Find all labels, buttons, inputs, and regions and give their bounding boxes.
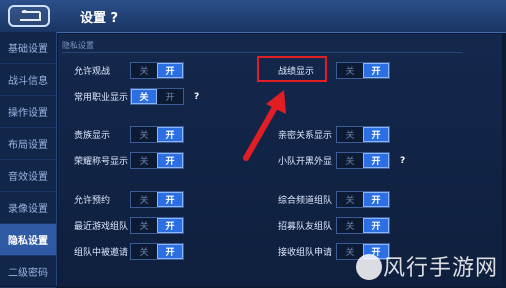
toggle-off-option[interactable]: 关 — [131, 153, 157, 168]
watermark-text: 风行手游网 — [382, 256, 498, 281]
sidebar-item-replay[interactable]: 录像设置 — [0, 192, 56, 224]
toggle-off-option[interactable]: 关 — [337, 192, 363, 207]
sidebar-item-sound[interactable]: 音效设置 — [0, 160, 56, 192]
recent-game-toggle[interactable]: 关 开 — [130, 217, 184, 234]
sidebar-item-layout[interactable]: 布局设置 — [0, 128, 56, 160]
setting-label: 允许观战 — [74, 67, 111, 77]
setting-label: 综合频道组队 — [278, 196, 333, 206]
back-arrow-icon — [20, 10, 41, 21]
common-role-toggle[interactable]: 关 开 — [130, 88, 184, 105]
toggle-on-option[interactable]: 开 — [157, 89, 183, 104]
team-invited-toggle[interactable]: 关 开 — [130, 243, 184, 260]
toggle-off-option[interactable]: 关 — [131, 63, 157, 78]
team-open-black-toggle[interactable]: 关 开 — [336, 152, 390, 169]
sidebar-item-basic[interactable]: 基础设置 — [0, 32, 56, 64]
setting-row-allow-spectate: 允许观战 关 开 — [74, 62, 184, 79]
allow-spectate-toggle[interactable]: 关 开 — [130, 62, 184, 79]
toggle-off-option[interactable]: 关 — [337, 63, 363, 78]
sidebar-item-secondary-password[interactable]: 二级密码 — [0, 256, 56, 288]
toggle-on-option[interactable]: 开 — [363, 218, 389, 233]
general-channel-toggle[interactable]: 关 开 — [336, 191, 390, 208]
help-icon[interactable]: ? — [400, 156, 405, 166]
sidebar-item-privacy[interactable]: 隐私设置 — [0, 224, 56, 256]
toggle-on-option[interactable]: 开 — [157, 153, 183, 168]
sidebar-item-controls[interactable]: 操作设置 — [0, 96, 56, 128]
toggle-on-option[interactable]: 开 — [157, 244, 183, 259]
setting-label: 允许预约 — [74, 196, 111, 206]
toggle-off-option[interactable]: 关 — [337, 127, 363, 142]
toggle-off-option[interactable]: 关 — [337, 218, 363, 233]
toggle-off-option[interactable]: 关 — [131, 192, 157, 207]
setting-label: 贵族显示 — [74, 131, 111, 141]
toggle-on-option[interactable]: 开 — [157, 192, 183, 207]
toggle-on-option[interactable]: 开 — [157, 127, 183, 142]
toggle-on-option[interactable]: 开 — [363, 63, 389, 78]
setting-label: 荣耀称号显示 — [74, 157, 129, 167]
page-title: 设置 ? — [80, 11, 119, 26]
toggle-off-option[interactable]: 关 — [131, 244, 157, 259]
toggle-on-option[interactable]: 开 — [157, 63, 183, 78]
toggle-off-option[interactable]: 关 — [131, 89, 157, 104]
setting-label: 接收组队申请 — [278, 248, 333, 258]
setting-row-noble: 贵族显示 关 开 — [74, 126, 184, 143]
setting-label: 组队中被邀请 — [74, 248, 129, 258]
noble-toggle[interactable]: 关 开 — [130, 126, 184, 143]
setting-row-general-channel: 综合频道组队 关 开 — [278, 191, 390, 208]
setting-label: 最近游戏组队 — [74, 222, 129, 232]
toggle-on-option[interactable]: 开 — [363, 127, 389, 142]
setting-row-honor-title: 荣耀称号显示 关 开 — [74, 152, 184, 169]
setting-row-common-role: 常用职业显示 关 开 ? — [74, 88, 199, 105]
highlight-box — [257, 56, 327, 82]
sidebar-item-battle-info[interactable]: 战斗信息 — [0, 64, 56, 96]
setting-row-recent-game: 最近游戏组队 关 开 — [74, 217, 184, 234]
setting-row-allow-reservation: 允许预约 关 开 — [74, 191, 184, 208]
toggle-off-option[interactable]: 关 — [131, 127, 157, 142]
recruit-friend-toggle[interactable]: 关 开 — [336, 217, 390, 234]
toggle-on-option[interactable]: 开 — [157, 218, 183, 233]
help-icon[interactable]: ? — [194, 92, 199, 102]
battle-record-toggle[interactable]: 关 开 — [336, 62, 390, 79]
setting-row-recruit-friend: 招募队友组队 关 开 — [278, 217, 390, 234]
toggle-off-option[interactable]: 关 — [337, 153, 363, 168]
back-button[interactable] — [8, 5, 50, 27]
toggle-off-option[interactable]: 关 — [131, 218, 157, 233]
toggle-on-option[interactable]: 开 — [363, 192, 389, 207]
section-header: 隐私设置 — [62, 40, 462, 53]
setting-row-team-invited: 组队中被邀请 关 开 — [74, 243, 184, 260]
sidebar: 基础设置 战斗信息 操作设置 布局设置 音效设置 录像设置 隐私设置 二级密码 — [0, 32, 57, 288]
honor-title-toggle[interactable]: 关 开 — [130, 152, 184, 169]
red-arrow-icon — [243, 90, 286, 161]
setting-label: 招募队友组队 — [278, 222, 333, 232]
setting-label: 常用职业显示 — [74, 93, 129, 103]
top-bar: 设置 ? — [0, 0, 506, 33]
watermark-logo-icon — [356, 254, 382, 280]
allow-reservation-toggle[interactable]: 关 开 — [130, 191, 184, 208]
toggle-on-option[interactable]: 开 — [363, 153, 389, 168]
relationship-toggle[interactable]: 关 开 — [336, 126, 390, 143]
